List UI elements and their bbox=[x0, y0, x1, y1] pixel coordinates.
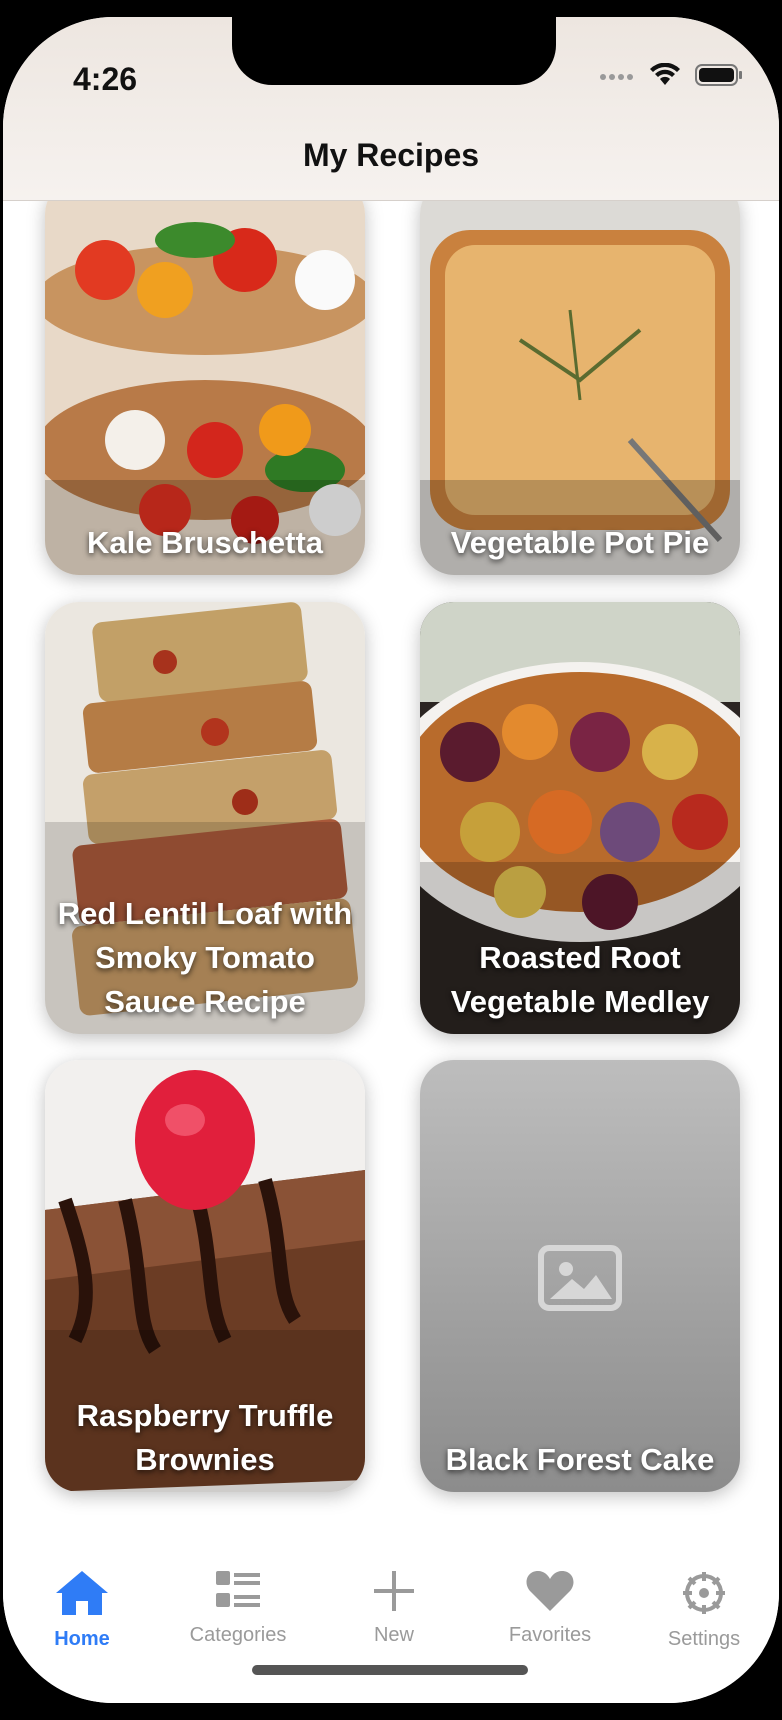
page-title: My Recipes bbox=[302, 137, 480, 173]
tab-label: New bbox=[373, 1624, 414, 1646]
house-icon bbox=[56, 1571, 108, 1615]
recipe-name: Vegetable Pot Pie bbox=[450, 525, 710, 560]
home-indicator[interactable] bbox=[252, 1665, 528, 1675]
gear-icon bbox=[683, 1572, 725, 1614]
status-time: 4:26 bbox=[73, 61, 138, 97]
recipe-grid[interactable]: Kale Bruschetta Vegetable Pot Pie Red Le… bbox=[3, 200, 779, 1570]
tab-label: Categories bbox=[189, 1624, 287, 1646]
recipe-name: Red Lentil Loaf with Smoky Tomato Sauce … bbox=[57, 896, 353, 1019]
list-icon bbox=[216, 1571, 260, 1607]
tab-label: Home bbox=[54, 1628, 110, 1650]
recipe-card[interactable]: Raspberry Truffle Brownies bbox=[45, 1060, 365, 1492]
tab-bar: Home Categories New Favorites Settings bbox=[3, 1557, 779, 1703]
tab-home[interactable]: Home bbox=[7, 1569, 157, 1651]
recipe-name: Raspberry Truffle Brownies bbox=[76, 1398, 334, 1477]
app-screen: 4:26 My Recipes Kale Bruschetta Vegetabl… bbox=[3, 17, 779, 1703]
phone-frame: 4:26 My Recipes Kale Bruschetta Vegetabl… bbox=[0, 0, 782, 1720]
tab-settings[interactable]: Settings bbox=[629, 1569, 779, 1651]
recipe-photo bbox=[420, 200, 740, 575]
signal-icon bbox=[599, 69, 635, 87]
plus-icon bbox=[374, 1571, 414, 1611]
recipe-card[interactable]: Kale Bruschetta bbox=[45, 200, 365, 575]
recipe-card[interactable]: Vegetable Pot Pie bbox=[420, 200, 740, 575]
recipe-card[interactable]: Roasted Root Vegetable Medley bbox=[420, 602, 740, 1034]
status-icons bbox=[599, 62, 743, 92]
image-placeholder-icon bbox=[538, 1245, 622, 1311]
heart-icon bbox=[526, 1571, 574, 1611]
recipe-photo bbox=[45, 200, 365, 575]
recipe-name: Kale Bruschetta bbox=[86, 525, 324, 560]
wifi-icon bbox=[649, 62, 681, 92]
recipe-name: Black Forest Cake bbox=[445, 1442, 715, 1477]
recipe-card[interactable]: Black Forest Cake bbox=[420, 1060, 740, 1492]
tab-categories[interactable]: Categories bbox=[163, 1569, 313, 1647]
camera-notch bbox=[232, 17, 556, 85]
tab-new[interactable]: New bbox=[319, 1569, 469, 1647]
recipe-card[interactable]: Red Lentil Loaf with Smoky Tomato Sauce … bbox=[45, 602, 365, 1034]
battery-icon bbox=[695, 63, 743, 92]
tab-label: Settings bbox=[667, 1628, 741, 1650]
recipe-name: Roasted Root Vegetable Medley bbox=[450, 940, 710, 1019]
tab-favorites[interactable]: Favorites bbox=[475, 1569, 625, 1647]
tab-label: Favorites bbox=[508, 1624, 592, 1646]
